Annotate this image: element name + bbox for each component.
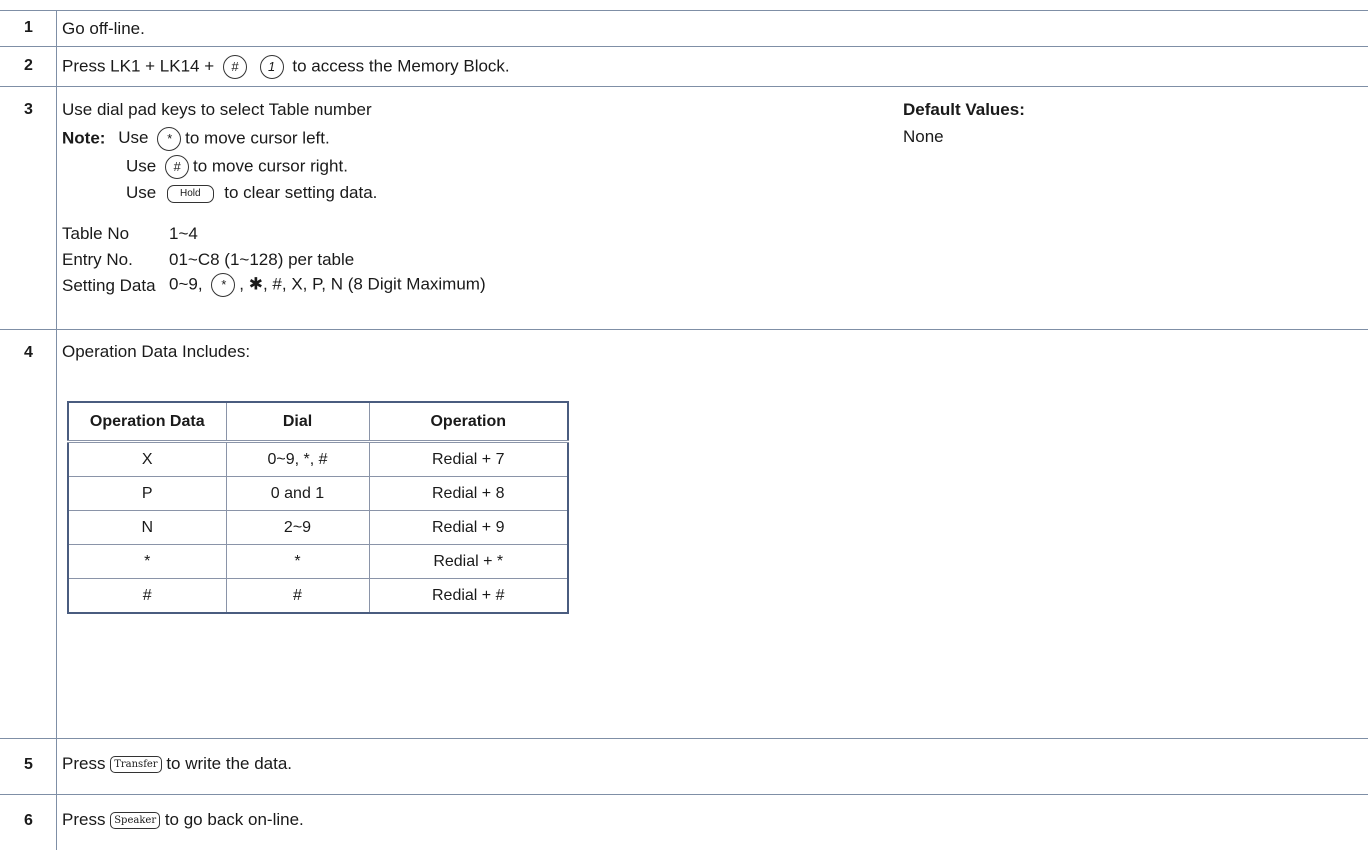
note-text: Use: [126, 156, 157, 176]
table-cell: Redial + 9: [368, 510, 569, 545]
step-text-prefix: Press LK1 + LK14 +: [62, 56, 215, 76]
step-text-prefix: Press: [62, 810, 106, 829]
step-number: 4: [24, 344, 33, 361]
param-value: 1~4: [169, 224, 198, 243]
step-text-prefix: Press: [62, 754, 106, 773]
param-label: Entry No.: [62, 250, 133, 269]
note-text: Use: [118, 128, 149, 148]
step-number: 6: [24, 812, 33, 829]
table-cell: X: [67, 441, 227, 477]
table-row: # # Redial + #: [67, 578, 569, 614]
speaker-key-icon: Speaker: [110, 812, 161, 830]
step-row-5: 5 Press Transfer to write the data.: [0, 738, 1368, 794]
note-label: Note:: [62, 128, 106, 148]
transfer-key-icon: Transfer: [110, 756, 162, 774]
step-text-suffix: to access the Memory Block.: [292, 56, 510, 76]
digit-one-key-icon: 1: [259, 55, 284, 79]
step-row-6: 6 Press Speaker to go back on-line.: [0, 794, 1368, 850]
note-text: to move cursor right.: [192, 156, 348, 176]
star-key-icon: *: [157, 127, 182, 151]
procedure-table: 1 Go off-line. 2 Press LK1 + LK14 + # 1 …: [0, 0, 1368, 850]
param-value: , ✱, #, X, P, N (8 Digit Maximum): [239, 274, 486, 294]
hold-key-icon: Hold: [166, 184, 214, 203]
step-row-1: 1 Go off-line.: [0, 10, 1368, 46]
table-cell: 0~9, *, #: [225, 441, 370, 477]
table-cell: Redial + 7: [368, 441, 569, 477]
step-text: Use dial pad keys to select Table number: [62, 100, 372, 119]
operation-data-table: Operation Data Dial Operation X 0~9, *, …: [67, 401, 569, 614]
table-row: * * Redial + *: [67, 544, 569, 579]
default-values-value: None: [903, 127, 944, 146]
param-label: Setting Data: [62, 276, 156, 295]
table-cell: Redial + #: [368, 578, 569, 614]
star-key-icon: *: [211, 273, 236, 297]
table-cell: Redial + *: [368, 544, 569, 579]
table-cell: #: [225, 578, 370, 614]
table-cell: *: [225, 544, 370, 579]
step-text: Operation Data Includes:: [62, 342, 251, 361]
column-header: Operation: [368, 401, 569, 443]
step-text: Go off-line.: [62, 19, 145, 38]
step-text-suffix: to go back on-line.: [164, 810, 304, 829]
table-cell: 2~9: [225, 510, 370, 545]
table-cell: #: [67, 578, 227, 614]
step-row-3: 3 Use dial pad keys to select Table numb…: [0, 86, 1368, 329]
column-header: Operation Data: [67, 401, 227, 443]
step-number: 3: [24, 101, 33, 118]
note-text: to clear setting data.: [224, 183, 378, 202]
table-cell: N: [67, 510, 227, 545]
table-row: N 2~9 Redial + 9: [67, 510, 569, 545]
step-text-suffix: to write the data.: [166, 754, 293, 773]
step-row-4: 4 Operation Data Includes: Operation Dat…: [0, 329, 1368, 738]
note-text: to move cursor left.: [185, 128, 330, 148]
column-header: Dial: [225, 401, 370, 443]
table-row: X 0~9, *, # Redial + 7: [67, 441, 569, 477]
param-value: 0~9,: [169, 274, 203, 294]
param-value: 01~C8 (1~128) per table: [169, 250, 355, 269]
default-values-title: Default Values:: [903, 100, 1025, 119]
note-text: Use: [126, 183, 157, 202]
table-cell: P: [67, 476, 227, 511]
step-row-2: 2 Press LK1 + LK14 + # 1 to access the M…: [0, 46, 1368, 86]
pound-key-icon: #: [222, 55, 247, 79]
table-cell: *: [67, 544, 227, 579]
pound-key-icon: #: [164, 155, 189, 179]
step-number: 5: [24, 756, 33, 773]
step-number: 1: [24, 19, 33, 36]
step-number: 2: [24, 57, 33, 74]
table-cell: Redial + 8: [368, 476, 569, 511]
param-label: Table No: [62, 224, 130, 243]
table-row: P 0 and 1 Redial + 8: [67, 476, 569, 511]
table-cell: 0 and 1: [225, 476, 370, 511]
